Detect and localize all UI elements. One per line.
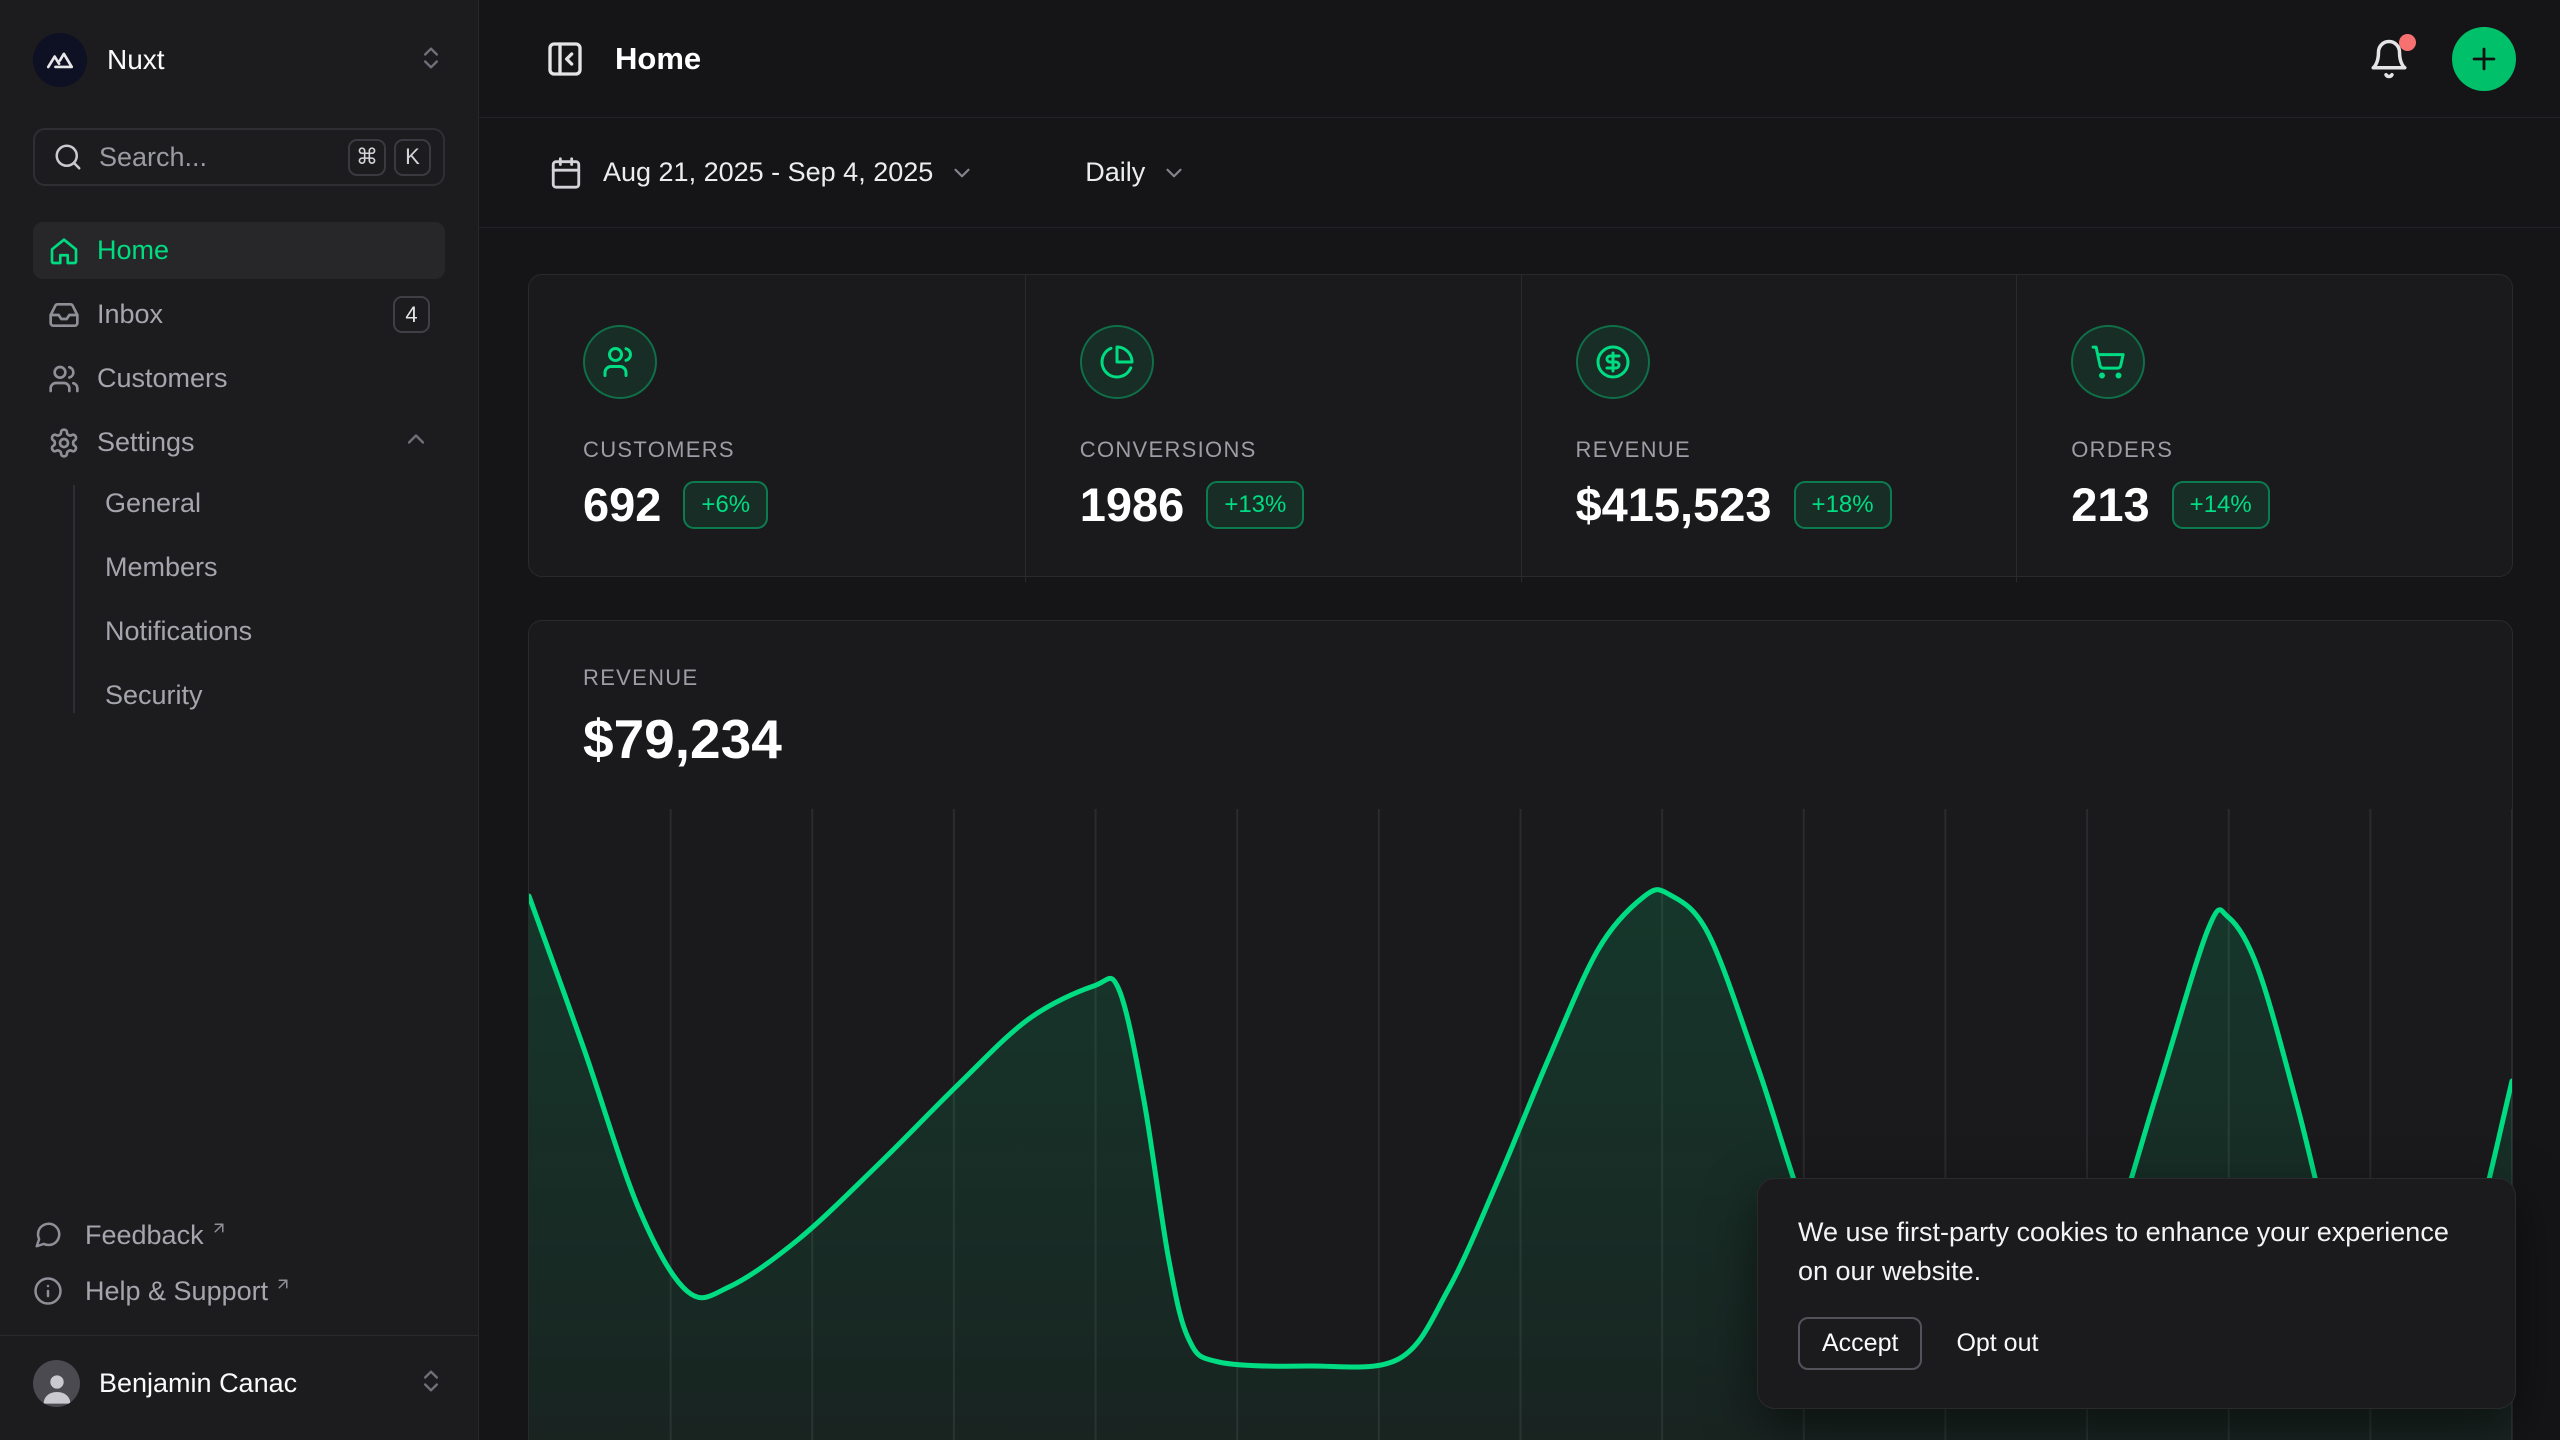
settings-subnav: General Members Notifications Security xyxy=(33,471,445,727)
kbd-k: K xyxy=(394,139,431,176)
notifications-button[interactable] xyxy=(2368,38,2410,80)
help-support-label: Help & Support xyxy=(85,1276,268,1307)
search-icon xyxy=(53,142,83,172)
chevrons-up-down-icon xyxy=(417,1367,445,1400)
sidebar-item-settings[interactable]: Settings xyxy=(33,414,445,471)
shopping-cart-icon xyxy=(2071,325,2145,399)
kbd-cmd: ⌘ xyxy=(348,139,386,176)
external-link-icon xyxy=(210,1213,228,1244)
filters-toolbar: Aug 21, 2025 - Sep 4, 2025 Daily xyxy=(479,118,2560,228)
stat-label: REVENUE xyxy=(1576,437,1963,463)
optout-cookies-button[interactable]: Opt out xyxy=(1956,1329,2038,1358)
sidebar-item-inbox[interactable]: Inbox 4 xyxy=(33,286,445,343)
stat-customers[interactable]: CUSTOMERS 692 +6% xyxy=(529,275,1025,582)
stat-delta-badge: +6% xyxy=(683,481,768,529)
sidebar-item-general[interactable]: General xyxy=(105,471,445,535)
granularity-select[interactable]: Daily xyxy=(1085,157,1187,188)
gear-icon xyxy=(48,427,80,459)
chevron-down-icon xyxy=(1161,160,1187,186)
user-menu[interactable]: Benjamin Canac xyxy=(33,1336,445,1430)
help-support-link[interactable]: Help & Support xyxy=(33,1263,445,1319)
stat-orders[interactable]: ORDERS 213 +14% xyxy=(2016,275,2512,582)
sidebar-item-customers[interactable]: Customers xyxy=(33,350,445,407)
main-area: Home Aug 21, 2025 - Sep 4, 2025 xyxy=(479,0,2560,1440)
notification-dot xyxy=(2399,34,2416,51)
stat-label: CUSTOMERS xyxy=(583,437,971,463)
plus-icon xyxy=(2467,42,2501,76)
users-icon xyxy=(48,363,80,395)
calendar-icon xyxy=(549,156,583,190)
external-link-icon xyxy=(274,1269,292,1300)
sidebar-item-home[interactable]: Home xyxy=(33,222,445,279)
info-circle-icon xyxy=(33,1276,67,1306)
add-button[interactable] xyxy=(2452,27,2516,91)
feedback-link[interactable]: Feedback xyxy=(33,1207,445,1263)
subnav-label: Members xyxy=(105,552,218,583)
nuxt-logo-icon xyxy=(33,33,87,87)
page-title: Home xyxy=(615,41,701,77)
users-icon xyxy=(583,325,657,399)
accept-cookies-button[interactable]: Accept xyxy=(1798,1317,1922,1370)
stat-value: $415,523 xyxy=(1576,477,1772,532)
subnav-label: Notifications xyxy=(105,616,252,647)
sidebar-item-label: Inbox xyxy=(97,299,163,330)
dollar-circle-icon xyxy=(1576,325,1650,399)
stat-label: CONVERSIONS xyxy=(1080,437,1467,463)
cookie-message: We use first-party cookies to enhance yo… xyxy=(1798,1213,2475,1291)
stat-revenue[interactable]: REVENUE $415,523 +18% xyxy=(1521,275,2017,582)
granularity-value: Daily xyxy=(1085,157,1145,188)
sidebar-item-label: Home xyxy=(97,235,169,266)
inbox-icon xyxy=(48,299,80,331)
stat-conversions[interactable]: CONVERSIONS 1986 +13% xyxy=(1025,275,1521,582)
avatar xyxy=(33,1360,80,1407)
stat-value: 692 xyxy=(583,477,661,532)
sidebar-footer: Feedback Help & Support Benjamin xyxy=(33,1207,445,1440)
sidebar: Nuxt Search... ⌘ K Home xyxy=(0,0,479,1440)
revenue-card-value: $79,234 xyxy=(583,707,2458,771)
date-range-picker[interactable]: Aug 21, 2025 - Sep 4, 2025 xyxy=(549,156,975,190)
workspace-name: Nuxt xyxy=(107,44,165,76)
cookie-banner: We use first-party cookies to enhance yo… xyxy=(1757,1178,2516,1409)
feedback-label: Feedback xyxy=(85,1220,204,1251)
revenue-card-label: REVENUE xyxy=(583,665,2458,691)
chevrons-up-down-icon xyxy=(417,44,445,77)
stat-delta-badge: +18% xyxy=(1794,481,1892,529)
subnav-label: Security xyxy=(105,680,203,711)
chat-bubble-icon xyxy=(33,1220,67,1250)
user-name: Benjamin Canac xyxy=(99,1368,297,1399)
sidebar-item-label: Customers xyxy=(97,363,228,394)
chevron-up-icon xyxy=(402,425,430,460)
app-root: Nuxt Search... ⌘ K Home xyxy=(0,0,2560,1440)
stat-value: 1986 xyxy=(1080,477,1185,532)
sidebar-item-members[interactable]: Members xyxy=(105,535,445,599)
stat-delta-badge: +13% xyxy=(1206,481,1304,529)
workspace-switcher[interactable]: Nuxt xyxy=(33,24,445,96)
home-icon xyxy=(48,235,80,267)
page-header: Home xyxy=(479,0,2560,118)
sidebar-nav: Home Inbox 4 Customers Setting xyxy=(33,222,445,471)
subnav-label: General xyxy=(105,488,201,519)
stat-delta-badge: +14% xyxy=(2172,481,2270,529)
sidebar-item-label: Settings xyxy=(97,427,195,458)
sidebar-item-notifications[interactable]: Notifications xyxy=(105,599,445,663)
stat-value: 213 xyxy=(2071,477,2149,532)
inbox-count-badge: 4 xyxy=(393,296,430,333)
stat-label: ORDERS xyxy=(2071,437,2458,463)
search-placeholder: Search... xyxy=(99,142,207,173)
search-input[interactable]: Search... ⌘ K xyxy=(33,128,445,186)
collapse-sidebar-button[interactable] xyxy=(545,39,585,79)
stats-row: CUSTOMERS 692 +6% CONVERSIONS 1986 +13% xyxy=(528,274,2513,577)
sidebar-item-security[interactable]: Security xyxy=(105,663,445,727)
chevron-down-icon xyxy=(949,160,975,186)
pie-chart-icon xyxy=(1080,325,1154,399)
date-range-value: Aug 21, 2025 - Sep 4, 2025 xyxy=(603,157,933,188)
